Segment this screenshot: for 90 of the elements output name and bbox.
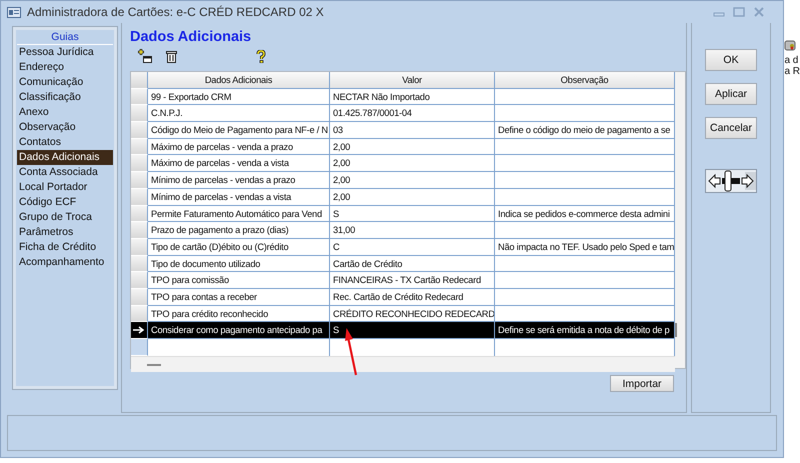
row-pointer-icon: [133, 326, 145, 334]
sidebar-item[interactable]: Contatos: [17, 135, 113, 150]
sidebar-item[interactable]: Comunicação: [17, 75, 113, 90]
table-cell: Máximo de parcelas - venda a prazo: [151, 142, 293, 152]
table-cell: Define se será emitida a nota de débito de p: [498, 325, 670, 336]
row-selector[interactable]: [131, 306, 148, 322]
table-cell: C: [333, 242, 340, 252]
table-cell: Não impacta no TEF. Usado pelo Sped e tam: [498, 242, 674, 252]
table-cell: S: [333, 325, 339, 336]
table-cell: Indica se pedidos e-commerce desta admini: [498, 208, 670, 218]
table-row[interactable]: Código do Meio de Pagamento para NF-e / N 03 Define o código do meio de pagamento a se: [131, 122, 675, 139]
background-text: a R: [784, 66, 800, 77]
table-cell: Máximo de parcelas - venda a vista: [151, 158, 289, 168]
table-row[interactable]: Tipo de cartão (D)ébito ou (C)rédito C Não impacta no TEF. Usado pelo Sped e tam: [131, 238, 675, 256]
table-cell: NECTAR Não Importado: [333, 92, 430, 102]
table-cell: C.N.P.J.: [151, 108, 182, 118]
table-cell: Define o código do meio de pagamento a se: [498, 125, 670, 136]
add-row-icon[interactable]: [138, 49, 152, 63]
table-cell: 03: [333, 125, 343, 136]
table-row[interactable]: Permite Faturamento Automático para Vend S Indica se pedidos e-commerce desta admini: [131, 206, 675, 222]
column-header[interactable]: Observação: [495, 72, 675, 89]
table-row[interactable]: TPO para contas a receber Rec. Cartão de Crédito Redecard: [131, 288, 675, 306]
sidebar-header: Guias: [17, 31, 113, 45]
help-icon[interactable]: [256, 50, 266, 62]
table-cell: Cartão de Crédito: [333, 258, 402, 269]
table-row[interactable]: Máximo de parcelas - venda a prazo 2,00: [131, 138, 675, 156]
panel-title: Dados Adicionais: [130, 29, 252, 45]
table-cell: Mínimo de parcelas - vendas a prazo: [151, 175, 296, 186]
table-cell: 2,00: [333, 158, 350, 168]
close-icon[interactable]: [753, 7, 766, 17]
sidebar-item[interactable]: Grupo de Troca: [17, 210, 113, 225]
table-cell: Rec. Cartão de Crédito Redecard: [333, 292, 464, 302]
table-cell: Tipo de cartão (D)ébito ou (C)rédito: [151, 242, 288, 252]
maximize-icon[interactable]: [733, 7, 746, 17]
sidebar-item[interactable]: Classificação: [17, 90, 113, 105]
sidebar-item[interactable]: Pessoa Jurídica: [17, 45, 113, 60]
sidebar-item[interactable]: Dados Adicionais: [17, 150, 113, 165]
sidebar-item[interactable]: Ficha de Crédito: [17, 240, 113, 255]
sidebar-item[interactable]: Conta Associada: [17, 165, 113, 180]
sidebar-item[interactable]: Anexo: [17, 105, 113, 120]
table-cell: TPO para contas a receber: [151, 292, 257, 302]
table-cell: Considerar como pagamento antecipado pa: [151, 325, 322, 336]
sidebar-item[interactable]: Local Portador: [17, 180, 113, 195]
table-cell: Prazo de pagamento a prazo (dias): [151, 225, 288, 236]
table-row[interactable]: Máximo de parcelas - venda a vista 2,00: [131, 155, 675, 172]
table-cell: 2,00: [333, 175, 350, 186]
table-cell: 01.425.787/0001-04: [333, 108, 412, 118]
table-cell: TPO para comissão: [151, 275, 229, 286]
column-header[interactable]: Dados Adicionais: [148, 72, 330, 89]
trash-icon[interactable]: [166, 50, 177, 62]
navigation-slider-icon[interactable]: [705, 169, 757, 193]
scroll-handle[interactable]: [147, 364, 161, 366]
column-header[interactable]: Valor: [330, 72, 495, 89]
table-row[interactable]: C.N.P.J. 01.425.787/0001-04: [131, 105, 675, 122]
table-row[interactable]: Prazo de pagamento a prazo (dias) 31,00: [131, 222, 675, 239]
table-cell: Tipo de documento utilizado: [151, 258, 260, 269]
table-cell: 31,00: [333, 225, 356, 236]
dialog-button[interactable]: Aplicar: [705, 83, 757, 105]
table-cell: FINANCEIRAS - TX Cartão Redecard: [333, 275, 481, 286]
sidebar-item[interactable]: Acompanhamento: [17, 255, 113, 270]
table-cell: Permite Faturamento Automático para Vend: [151, 208, 322, 218]
table-row[interactable]: 99 - Exportado CRM NECTAR Não Importado: [131, 88, 675, 106]
window-title: Administradora de Cartões: e-C CRÉD REDCARD 02 X: [27, 5, 324, 19]
table-cell: 99 - Exportado CRM: [151, 92, 232, 102]
row-selector[interactable]: [131, 322, 148, 339]
table-cell: TPO para crédito reconhecido: [151, 308, 268, 319]
sidebar-item[interactable]: Endereço: [17, 60, 113, 75]
table-row[interactable]: Mínimo de parcelas - vendas a vista 2,00: [131, 188, 675, 206]
table-cell: Mínimo de parcelas - vendas a vista: [151, 192, 292, 202]
printer-icon: [784, 38, 796, 52]
sidebar-item[interactable]: Parâmetros: [17, 225, 113, 240]
sidebar-item[interactable]: Observação: [17, 120, 113, 135]
dialog-button[interactable]: Cancelar: [705, 117, 757, 139]
scrollbar-thumb[interactable]: [675, 323, 677, 337]
table-row[interactable]: TPO para comissão FINANCEIRAS - TX Cartão Redecard: [131, 272, 675, 289]
table-cell: 2,00: [333, 192, 350, 202]
table-row[interactable]: Tipo de documento utilizado Cartão de Crédito: [131, 256, 675, 272]
sidebar-item[interactable]: Código ECF: [17, 195, 113, 210]
dialog-button[interactable]: OK: [705, 49, 757, 71]
app-icon: [7, 6, 21, 18]
grid-corner: [131, 72, 148, 89]
background-text: a d: [784, 55, 800, 66]
table-cell: Código do Meio de Pagamento para NF-e / N: [151, 125, 328, 136]
annotation-arrow: [343, 328, 359, 376]
import-button[interactable]: Importar: [610, 375, 674, 392]
selected-row[interactable]: Considerar como pagamento antecipado pa S Define se será emitida a nota de débito de p: [131, 322, 675, 339]
table-cell: CRÉDITO RECONHECIDO REDECARD: [333, 308, 494, 319]
table-cell: 2,00: [333, 142, 350, 152]
table-row[interactable]: Mínimo de parcelas - vendas a prazo 2,00: [131, 172, 675, 189]
table-cell: S: [333, 208, 339, 218]
